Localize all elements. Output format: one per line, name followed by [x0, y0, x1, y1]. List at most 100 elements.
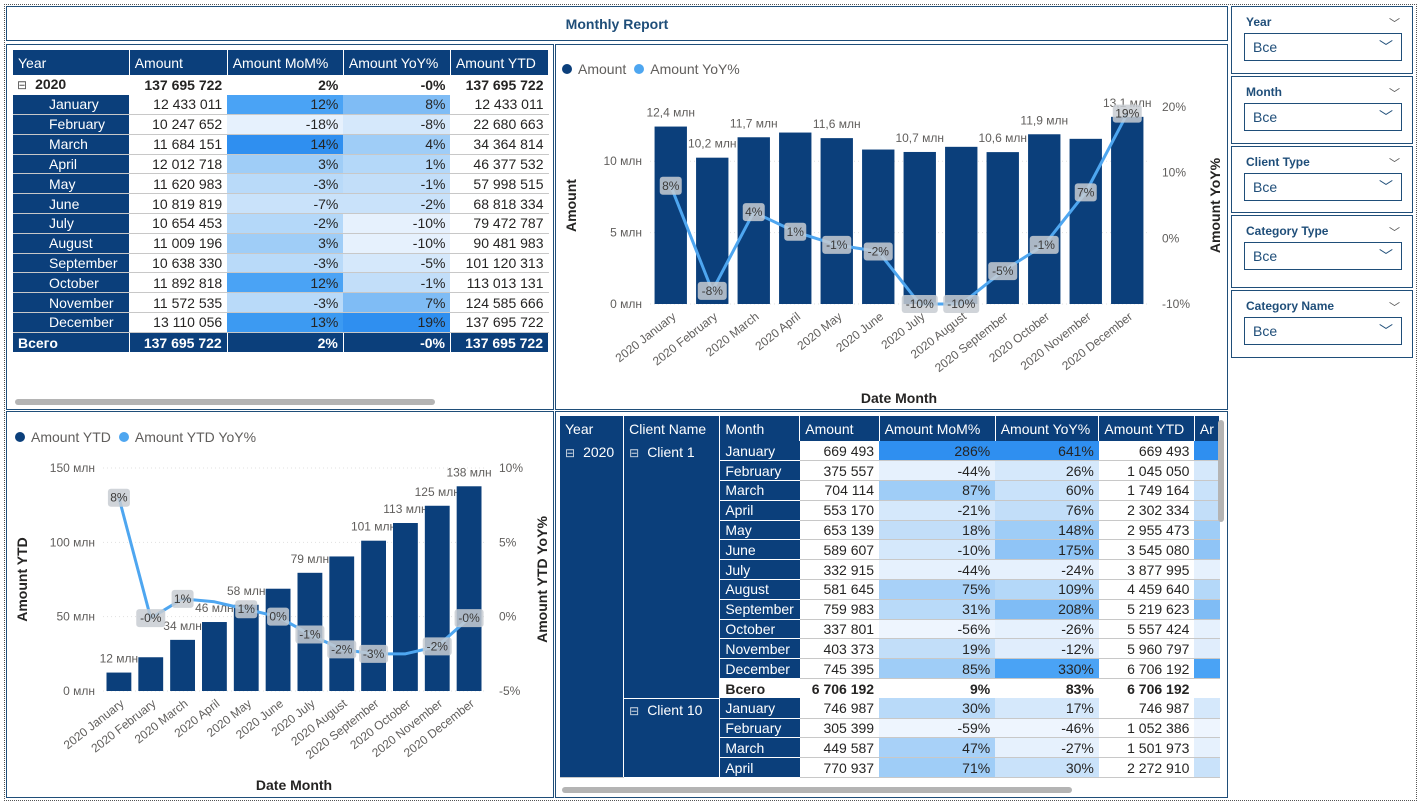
- ytd-cell: 22 680 663: [450, 114, 549, 135]
- month-cell: April: [719, 757, 800, 779]
- subtotal-yoy: 83%: [1065, 680, 1094, 697]
- overflow-cell: [1194, 480, 1220, 501]
- bar-data-label: 113 млн: [383, 502, 427, 516]
- amount-cell: 403 373: [799, 638, 880, 660]
- client-cell[interactable]: ⊟ Client 10: [623, 698, 721, 779]
- amount-cell: 745 395: [799, 658, 880, 680]
- month-cell: January: [719, 441, 800, 462]
- ytd-cell: 137 695 722: [450, 312, 549, 333]
- amount-cell: 11 572 535: [129, 292, 228, 314]
- mom-cell: 14%: [227, 134, 344, 155]
- bar: [1069, 138, 1102, 304]
- slicer-year: Year ﹀ Все ﹀: [1231, 6, 1413, 74]
- y2-tick-label: 10%: [499, 461, 523, 475]
- y2-tick-label: 20%: [1162, 100, 1186, 114]
- bar-data-label: 11,6 млн: [813, 117, 861, 131]
- mom-cell: 71%: [879, 757, 996, 779]
- amount-cell: 13 110 056: [129, 312, 228, 333]
- column-header[interactable]: Amount MoM%: [227, 50, 344, 75]
- year-cell[interactable]: ⊟ 2020: [560, 441, 625, 779]
- ytd-cell: 79 472 787: [450, 213, 549, 234]
- column-header[interactable]: Amount YoY%: [343, 50, 451, 75]
- y2-tick-label: 0%: [1162, 231, 1180, 245]
- ytd-cell: 1 045 050: [1098, 460, 1195, 482]
- month-cell: February: [719, 718, 800, 739]
- month-cell: April: [719, 500, 800, 521]
- slicer-title: Category Type: [1246, 224, 1329, 238]
- column-header[interactable]: Amount YTD: [450, 50, 550, 75]
- amount-cell: 553 170: [799, 500, 880, 521]
- ytd-cell: 6 706 192: [1098, 658, 1195, 680]
- yoy-cell: -1%: [343, 173, 451, 195]
- page-title: Monthly Report: [565, 15, 669, 32]
- column-header[interactable]: Ar: [1194, 416, 1221, 441]
- slicer-dropdown[interactable]: Все ﹀: [1244, 103, 1402, 131]
- amount-cell: 11 684 151: [129, 134, 228, 155]
- horizontal-scrollbar[interactable]: [562, 787, 1072, 793]
- yoy-cell: 175%: [995, 539, 1099, 561]
- slicer-title: Month: [1246, 85, 1282, 99]
- collapse-icon[interactable]: ⊟: [629, 704, 639, 718]
- client-name: Client 10: [647, 701, 703, 718]
- ytd-cell: 5 219 623: [1098, 599, 1195, 620]
- column-header[interactable]: Month: [719, 416, 801, 441]
- table-row: ⊟ 2020 ⊟ Client 1 January 669 493 286% 641% 669 …: [560, 441, 1220, 779]
- slicer-dropdown[interactable]: Все ﹀: [1244, 173, 1402, 201]
- total-ytd: 137 695 722: [450, 332, 550, 353]
- column-header[interactable]: Client Name: [623, 416, 721, 441]
- yoy-cell: -10%: [343, 213, 451, 234]
- column-header[interactable]: Amount YoY%: [995, 416, 1100, 441]
- mom-cell: 31%: [879, 599, 996, 620]
- client-matrix-panel: Year Client Name Month Amount Amount MoM% Amo…: [555, 411, 1228, 798]
- horizontal-scrollbar[interactable]: [15, 399, 435, 405]
- amount-cell: 10 654 453: [129, 213, 228, 234]
- column-header[interactable]: Year: [560, 416, 625, 441]
- slicer-title: Category Name: [1246, 299, 1335, 313]
- header-row: Year Amount Amount MoM% Amount YoY% Amount Y…: [13, 50, 550, 75]
- year-cell[interactable]: ⊟ 2020: [13, 75, 129, 95]
- total-row: Всего 137 695 722 2% -0% 137 695 722: [13, 332, 550, 353]
- mom-cell: 12%: [227, 272, 344, 294]
- amount-chart-panel: Amount Amount YoY% 0 млн 5 млн 10 млн -10% 0…: [555, 44, 1228, 410]
- chevron-up-icon[interactable]: ﹀: [1389, 85, 1400, 101]
- column-header[interactable]: Amount: [799, 416, 880, 441]
- table-row: December 13 110 056 13% 19% 137 695 722: [13, 312, 549, 333]
- yoy-cell: -5%: [343, 253, 451, 274]
- collapse-icon[interactable]: ⊟: [565, 446, 575, 460]
- month-cell: May: [13, 173, 130, 195]
- month-cell: April: [13, 154, 130, 175]
- vertical-scrollbar[interactable]: [1218, 420, 1224, 522]
- column-header[interactable]: Year: [13, 50, 130, 75]
- amount-cell: 11 892 818: [129, 272, 228, 294]
- line-data-label: 4%: [745, 205, 763, 219]
- slicer-dropdown[interactable]: Все ﹀: [1244, 242, 1402, 270]
- client-cell[interactable]: ⊟ Client 1: [623, 441, 721, 699]
- slicer-value: Все: [1253, 39, 1278, 55]
- bar: [1111, 116, 1144, 304]
- line-data-label: 1%: [238, 602, 256, 616]
- collapse-icon[interactable]: ⊟: [629, 446, 639, 460]
- overflow-cell: [1194, 599, 1220, 620]
- ytd-cell: 68 818 334: [450, 193, 549, 215]
- chevron-up-icon[interactable]: ﹀: [1389, 155, 1400, 171]
- slicer-dropdown[interactable]: Все ﹀: [1244, 317, 1402, 345]
- collapse-icon[interactable]: ⊟: [17, 78, 27, 92]
- slicer-dropdown[interactable]: Все ﹀: [1244, 33, 1402, 61]
- column-header[interactable]: Amount: [129, 50, 228, 75]
- year-label: 2020: [35, 76, 67, 93]
- mom-cell: 19%: [879, 638, 996, 660]
- column-header[interactable]: Amount MoM%: [879, 416, 996, 441]
- line-data-label: -8%: [702, 284, 724, 298]
- chevron-up-icon[interactable]: ﹀: [1389, 224, 1400, 240]
- chevron-down-icon: ﹀: [1379, 323, 1393, 339]
- ytd-cell: 46 377 532: [450, 154, 549, 175]
- slicer-category-name: Category Name ﹀ Все ﹀: [1231, 290, 1413, 358]
- chevron-up-icon[interactable]: ﹀: [1389, 299, 1400, 315]
- chevron-up-icon[interactable]: ﹀: [1389, 15, 1400, 31]
- line-data-label: -2%: [331, 642, 353, 656]
- slicer-value: Все: [1253, 323, 1278, 339]
- bar: [779, 132, 812, 304]
- column-header[interactable]: Amount YTD: [1098, 416, 1195, 441]
- table-row: April 12 012 718 3% 1% 46 377 532: [13, 154, 549, 175]
- ytd-cell: 5 557 424: [1098, 619, 1195, 640]
